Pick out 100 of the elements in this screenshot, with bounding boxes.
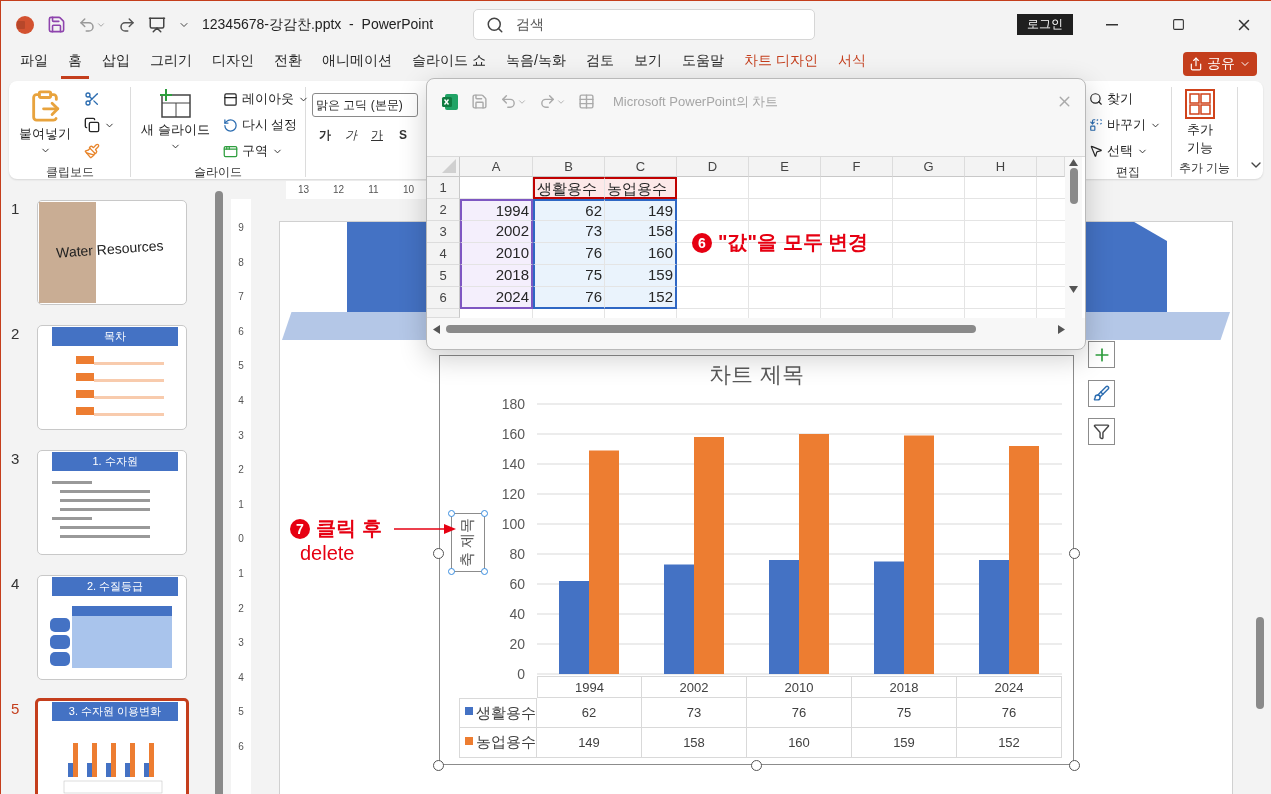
resize-handle[interactable]	[433, 760, 444, 771]
menu-tab[interactable]: 전환	[267, 48, 309, 79]
scrollbar-thumb[interactable]	[1256, 617, 1264, 709]
menu-tab[interactable]: 서식	[830, 48, 873, 79]
table-cell: 2024	[957, 676, 1062, 698]
reset-button[interactable]: 다시 설정	[219, 113, 312, 137]
selection-handle[interactable]	[481, 568, 488, 575]
sheet-cell[interactable]: 73	[533, 221, 605, 243]
menu-tab[interactable]: 녹음/녹화	[498, 48, 573, 79]
replace-button[interactable]: 바꾸기	[1086, 113, 1164, 137]
menu-tab[interactable]: 그리기	[143, 48, 199, 79]
chart-elements-button[interactable]	[1088, 341, 1115, 368]
resize-handle[interactable]	[1069, 548, 1080, 559]
menu-tab[interactable]: 검토	[578, 48, 621, 79]
ruler-number: 2	[237, 602, 245, 616]
sheet-cell[interactable]: 62	[533, 199, 605, 221]
presentation-icon[interactable]	[148, 15, 166, 34]
selection-handle[interactable]	[448, 510, 455, 517]
underline-button[interactable]: 가	[364, 123, 390, 147]
find-button[interactable]: 찾기	[1086, 87, 1164, 111]
sheet-cell[interactable]: 76	[533, 243, 605, 265]
sheet-cell[interactable]: 농업용수	[605, 177, 677, 199]
bold-button[interactable]: 가	[312, 123, 338, 147]
chart-filters-button[interactable]	[1088, 418, 1115, 445]
menu-tab[interactable]: 디자인	[205, 48, 261, 79]
section-button[interactable]: 구역	[219, 139, 312, 163]
slide-thumbnail-title: 3. 수자원 이용변화	[52, 702, 178, 721]
column-header[interactable]: E	[749, 157, 821, 177]
search-field[interactable]: 검색	[473, 9, 816, 40]
sheet-cell[interactable]: 1994	[460, 199, 533, 221]
slide-thumbnail-title: 2. 수질등급	[52, 577, 178, 596]
sheet-cell[interactable]: 2002	[460, 221, 533, 243]
column-header[interactable]: H	[965, 157, 1037, 177]
add-ins-button[interactable]: 추가 기능	[1178, 87, 1222, 159]
undo-icon[interactable]	[78, 15, 96, 34]
slide-thumbnail[interactable]: 2. 수질등급	[37, 575, 187, 680]
scrollbar-thumb[interactable]	[215, 191, 223, 794]
sheet-cell[interactable]: 생활용수	[533, 177, 605, 199]
selection-handle[interactable]	[448, 568, 455, 575]
ruler-number: 4	[237, 394, 245, 408]
shadow-button[interactable]: S	[390, 123, 416, 147]
menu-tab[interactable]: 삽입	[95, 48, 137, 79]
sheet-cell[interactable]: 152	[605, 287, 677, 309]
column-header[interactable]: B	[533, 157, 605, 177]
slide-thumbnail[interactable]: 1. 수자원	[37, 450, 187, 555]
slide-thumbnail[interactable]: 목차	[37, 325, 187, 430]
chart-frame[interactable]: 차트 제목 0 20 40 60 80 100 120 140 160 180 1994 2002 2010 2018 2024 생활용수 62 73 76 75 76 농업용수 149 158 160 159 152 축 제목	[439, 355, 1074, 765]
sheet-cell[interactable]: 160	[605, 243, 677, 265]
sheet-cell[interactable]: 149	[605, 199, 677, 221]
scroll-down-icon[interactable]	[1069, 286, 1078, 293]
chart-styles-button[interactable]	[1088, 380, 1115, 407]
scroll-right-icon[interactable]	[1058, 324, 1065, 334]
italic-button[interactable]: 가	[338, 123, 364, 147]
sheet-cell[interactable]: 76	[533, 287, 605, 309]
resize-handle[interactable]	[433, 548, 444, 559]
menu-tab[interactable]: 슬라이드 쇼	[405, 48, 493, 79]
row-header[interactable]: 1	[427, 177, 460, 199]
column-header[interactable]: G	[893, 157, 965, 177]
login-button[interactable]: 로그인	[1017, 14, 1073, 35]
font-name-field[interactable]: 맑은 고딕 (본문)	[312, 93, 418, 117]
sheet-cell[interactable]: 158	[605, 221, 677, 243]
table-cell: 159	[852, 728, 957, 758]
row-header[interactable]: 4	[427, 243, 460, 265]
column-header[interactable]: D	[677, 157, 749, 177]
row-header[interactable]: 3	[427, 221, 460, 243]
selection-handle[interactable]	[481, 510, 488, 517]
resize-handle[interactable]	[751, 760, 762, 771]
save-icon[interactable]	[47, 15, 66, 34]
save-icon[interactable]	[471, 93, 488, 110]
scroll-left-icon[interactable]	[433, 324, 440, 334]
sheet-cell[interactable]: 2010	[460, 243, 533, 265]
menu-tab[interactable]: 보기	[626, 48, 669, 79]
scrollbar-thumb[interactable]	[1069, 168, 1078, 204]
column-header[interactable]: C	[605, 157, 677, 177]
sheet-cell[interactable]: 2018	[460, 265, 533, 287]
table-icon[interactable]	[578, 93, 595, 110]
paste-button[interactable]: 붙여넣기	[15, 87, 75, 163]
scrollbar-thumb[interactable]	[446, 325, 976, 333]
column-header[interactable]: A	[460, 157, 533, 177]
select-button[interactable]: 선택	[1086, 139, 1164, 163]
row-header[interactable]: 5	[427, 265, 460, 287]
sheet-cell[interactable]: 75	[533, 265, 605, 287]
resize-handle[interactable]	[1069, 760, 1080, 771]
sheet-cell[interactable]: 2024	[460, 287, 533, 309]
menu-tab[interactable]: 차트 디자인	[736, 48, 825, 79]
menu-tab[interactable]: 도움말	[674, 48, 731, 79]
layout-button[interactable]: 레이아웃	[219, 87, 312, 111]
scroll-up-icon[interactable]	[1069, 159, 1078, 166]
slide-thumbnail[interactable]: 3. 수자원 이용변화	[35, 698, 189, 794]
share-button[interactable]: 공유	[1183, 51, 1257, 76]
row-header[interactable]: 2	[427, 199, 460, 221]
undo-icon[interactable]	[500, 93, 517, 110]
slide-thumbnail[interactable]: Water Resources	[37, 200, 187, 305]
column-header[interactable]: F	[821, 157, 893, 177]
redo-icon[interactable]	[118, 15, 136, 34]
menu-tab[interactable]: 파일	[13, 48, 55, 79]
new-slide-button[interactable]: 새 슬라이드	[137, 87, 214, 163]
menu-tab[interactable]: 애니메이션	[315, 48, 399, 79]
row-header[interactable]: 6	[427, 287, 460, 309]
sheet-cell[interactable]: 159	[605, 265, 677, 287]
